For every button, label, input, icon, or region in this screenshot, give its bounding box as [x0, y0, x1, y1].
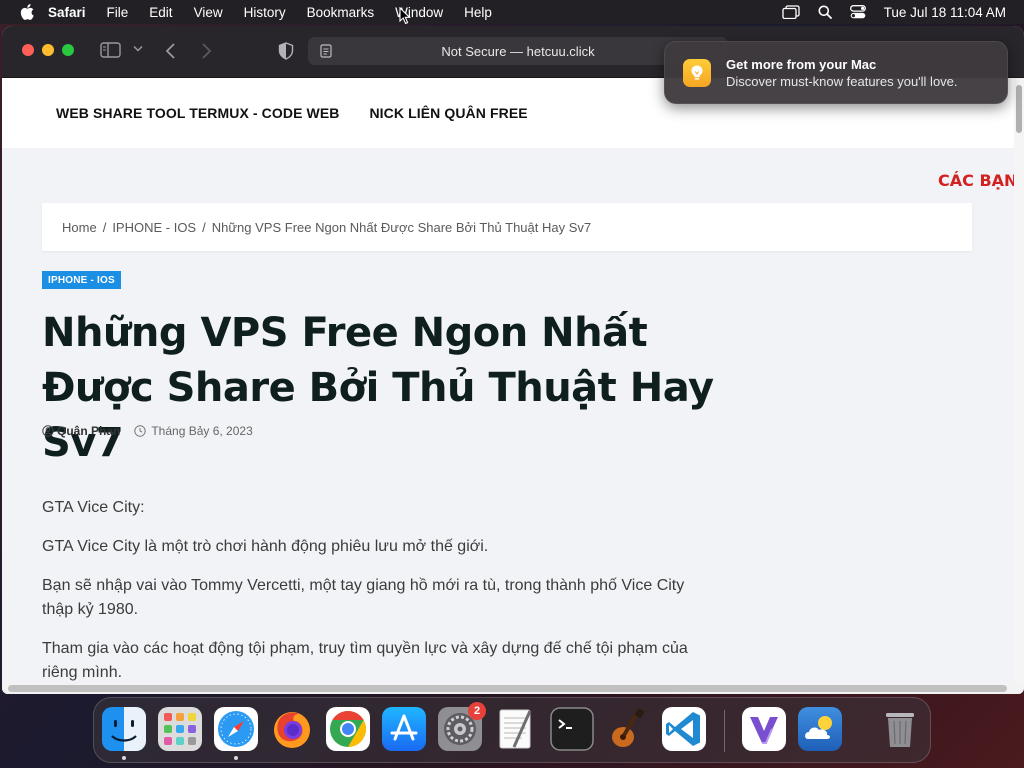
- minimize-window-button[interactable]: [42, 44, 54, 56]
- finder-running-indicator: [122, 756, 126, 760]
- dock: 2: [93, 697, 931, 763]
- breadcrumb-separator: /: [202, 219, 206, 235]
- dock-separator: [724, 710, 725, 752]
- finder-icon[interactable]: [102, 707, 146, 751]
- menu-app-name[interactable]: Safari: [48, 5, 86, 20]
- control-center-icon[interactable]: [849, 5, 866, 19]
- article-paragraph: GTA Vice City là một trò chơi hành động …: [42, 538, 489, 555]
- page-reader-icon[interactable]: [320, 44, 332, 58]
- safari-window: Not Secure — hetcuu.click WEB SHARE TOOL…: [2, 26, 1024, 694]
- close-window-button[interactable]: [22, 44, 34, 56]
- mouse-cursor-icon: [399, 7, 411, 25]
- breadcrumb-home[interactable]: Home: [62, 220, 97, 235]
- app-store-icon[interactable]: [382, 707, 426, 751]
- article-paragraph: Tham gia vào các hoạt động tội phạm, tru…: [42, 640, 688, 681]
- vscode-icon[interactable]: [662, 707, 706, 751]
- web-page: WEB SHARE TOOL TERMUX - CODE WEB NICK LI…: [2, 78, 1014, 683]
- menu-history[interactable]: History: [244, 5, 286, 20]
- weather-icon[interactable]: [798, 707, 842, 751]
- notification-banner[interactable]: Get more from your Mac Discover must-kno…: [664, 41, 1008, 104]
- nav-link-nick-lien-quan[interactable]: NICK LIÊN QUÂN FREE: [369, 105, 527, 121]
- privacy-shield-icon[interactable]: [278, 42, 294, 60]
- menu-view[interactable]: View: [194, 5, 223, 20]
- window-switcher-icon[interactable]: [782, 5, 800, 19]
- clock-icon: [134, 425, 147, 437]
- breadcrumb-category[interactable]: IPHONE - IOS: [112, 220, 196, 235]
- garageband-icon[interactable]: [606, 707, 650, 751]
- tips-lightbulb-icon: [683, 59, 711, 87]
- post-date[interactable]: Tháng Bảy 6, 2023: [151, 424, 252, 438]
- article-paragraph: Bạn sẽ nhập vai vào Tommy Vercetti, một …: [42, 577, 685, 618]
- breadcrumb-current: Những VPS Free Ngon Nhất Được Share Bởi …: [211, 219, 592, 235]
- user-icon: [42, 425, 54, 437]
- forward-arrow-icon[interactable]: [200, 42, 212, 60]
- breadcrumb: Home / IPHONE - IOS / Những VPS Free Ngo…: [42, 203, 972, 251]
- firefox-icon[interactable]: [270, 707, 314, 751]
- maximize-window-button[interactable]: [62, 44, 74, 56]
- notification-body: Discover must-know features you'll love.: [726, 74, 958, 89]
- post-title: Những VPS Free Ngon Nhất Được Share Bởi …: [42, 310, 714, 466]
- vertical-scrollbar[interactable]: [1014, 78, 1024, 683]
- trash-icon[interactable]: [878, 707, 922, 751]
- address-url[interactable]: Not Secure — hetcuu.click: [441, 44, 594, 59]
- nav-link-web-share-tool[interactable]: WEB SHARE TOOL TERMUX - CODE WEB: [56, 105, 339, 121]
- article-paragraph: GTA Vice City:: [42, 499, 145, 516]
- post-meta: Quân Phan Tháng Bảy 6, 2023: [42, 424, 253, 438]
- menu-help[interactable]: Help: [464, 5, 492, 20]
- news-ticker[interactable]: CÁC BẠN V: [938, 171, 1014, 190]
- post-author[interactable]: Quân Phan: [57, 424, 120, 438]
- notification-title: Get more from your Mac: [726, 57, 877, 72]
- horizontal-scrollbar-thumb[interactable]: [8, 685, 1007, 692]
- menu-bar: Safari File Edit View History Bookmarks …: [0, 0, 1024, 24]
- vertical-scrollbar-thumb[interactable]: [1016, 85, 1022, 133]
- safari-running-indicator: [234, 756, 238, 760]
- menu-file[interactable]: File: [107, 5, 129, 20]
- breadcrumb-separator: /: [102, 219, 107, 235]
- apple-menu-icon[interactable]: [20, 4, 34, 20]
- terminal-icon[interactable]: [550, 707, 594, 751]
- safari-icon[interactable]: [214, 707, 258, 751]
- textedit-icon[interactable]: [494, 707, 538, 751]
- chevron-down-icon[interactable]: [133, 45, 143, 53]
- sidebar-toggle-icon[interactable]: [100, 41, 122, 59]
- back-arrow-icon[interactable]: [165, 42, 177, 60]
- menu-edit[interactable]: Edit: [149, 5, 172, 20]
- settings-notification-badge: 2: [468, 702, 486, 720]
- category-tag[interactable]: IPHONE - IOS: [42, 271, 121, 289]
- spotlight-search-icon[interactable]: [818, 5, 832, 19]
- launchpad-icon[interactable]: [158, 707, 202, 751]
- visual-studio-icon[interactable]: [742, 707, 786, 751]
- menu-clock[interactable]: Tue Jul 18 11:04 AM: [884, 5, 1006, 20]
- chrome-icon[interactable]: [326, 707, 370, 751]
- horizontal-scrollbar[interactable]: [2, 683, 1024, 694]
- menu-bookmarks[interactable]: Bookmarks: [307, 5, 375, 20]
- article-body: GTA Vice City: GTA Vice City là một trò …: [42, 496, 702, 683]
